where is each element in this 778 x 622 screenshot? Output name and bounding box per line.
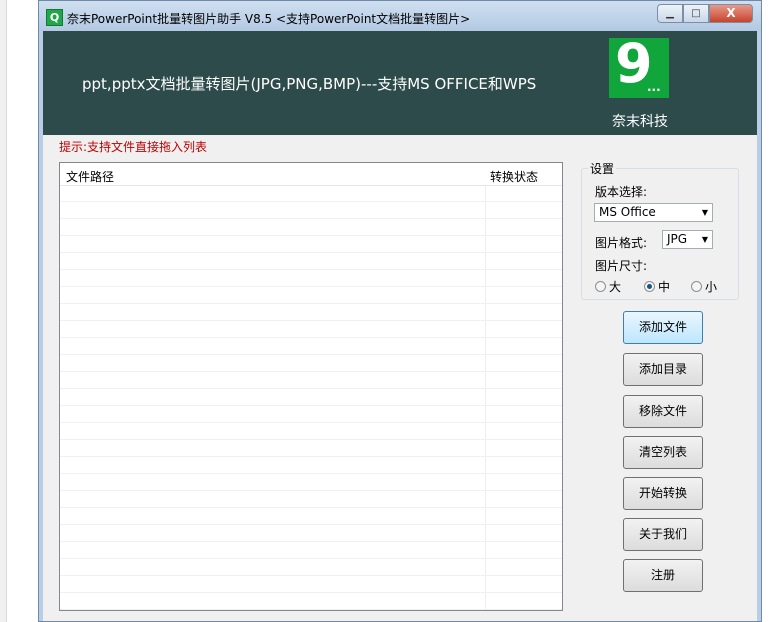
- drag-hint: 提示:支持文件直接拖入列表: [59, 140, 208, 154]
- chevron-down-icon: ▼: [701, 235, 708, 244]
- app-icon: Q: [46, 9, 63, 26]
- register-button[interactable]: 注册: [623, 559, 703, 592]
- add-directory-button[interactable]: 添加目录: [623, 353, 703, 386]
- format-select[interactable]: JPG ▼: [662, 230, 713, 249]
- maximize-button[interactable]: □: [683, 4, 709, 23]
- column-status[interactable]: 转换状态: [490, 168, 538, 185]
- clear-list-button[interactable]: 清空列表: [623, 436, 703, 469]
- window-controls: ▁ □ X: [657, 4, 753, 24]
- size-option-medium-label: 中: [658, 280, 671, 294]
- settings-title: 设置: [588, 160, 617, 177]
- logo-dots: ...: [647, 80, 661, 94]
- size-option-small-label: 小: [705, 280, 718, 294]
- banner: ppt,pptx文档批量转图片(JPG,PNG,BMP)---支持MS OFFI…: [43, 31, 757, 135]
- close-button[interactable]: X: [709, 4, 753, 23]
- page-edge: [0, 0, 7, 622]
- chevron-down-icon: ▼: [701, 208, 708, 217]
- add-file-button[interactable]: 添加文件: [623, 311, 703, 344]
- minimize-button[interactable]: ▁: [657, 4, 683, 23]
- company-name: 奈末科技: [612, 114, 668, 130]
- remove-file-button[interactable]: 移除文件: [623, 395, 703, 428]
- format-select-value: JPG: [667, 232, 688, 246]
- window-title: 奈末PowerPoint批量转图片助手 V8.5 <支持PowerPoint文档…: [67, 12, 471, 26]
- app-window: Q 奈末PowerPoint批量转图片助手 V8.5 <支持PowerPoint…: [38, 0, 762, 622]
- format-label: 图片格式:: [595, 236, 648, 250]
- size-option-medium[interactable]: 中: [644, 278, 670, 295]
- client-area: ppt,pptx文档批量转图片(JPG,PNG,BMP)---支持MS OFFI…: [43, 31, 757, 621]
- banner-text: ppt,pptx文档批量转图片(JPG,PNG,BMP)---支持MS OFFI…: [82, 75, 537, 93]
- radio-icon: [691, 281, 702, 292]
- column-divider: [485, 185, 486, 610]
- size-option-large[interactable]: 大: [595, 278, 621, 295]
- radio-selected-icon: [644, 281, 655, 292]
- size-option-large-label: 大: [609, 280, 622, 294]
- file-list[interactable]: 文件路径 转换状态: [59, 162, 563, 611]
- about-us-button[interactable]: 关于我们: [623, 518, 703, 551]
- radio-icon: [595, 281, 606, 292]
- size-option-small[interactable]: 小: [691, 278, 717, 295]
- version-select[interactable]: MS Office ▼: [594, 203, 713, 222]
- column-file-path[interactable]: 文件路径: [66, 168, 114, 185]
- version-label: 版本选择:: [595, 185, 648, 199]
- list-rows[interactable]: [60, 185, 562, 610]
- logo: 9 ...: [609, 34, 669, 98]
- version-select-value: MS Office: [599, 205, 656, 219]
- title-bar[interactable]: Q 奈末PowerPoint批量转图片助手 V8.5 <支持PowerPoint…: [39, 1, 761, 31]
- start-convert-button[interactable]: 开始转换: [623, 477, 703, 510]
- size-label: 图片尺寸:: [595, 259, 648, 273]
- list-header: 文件路径 转换状态: [60, 163, 562, 186]
